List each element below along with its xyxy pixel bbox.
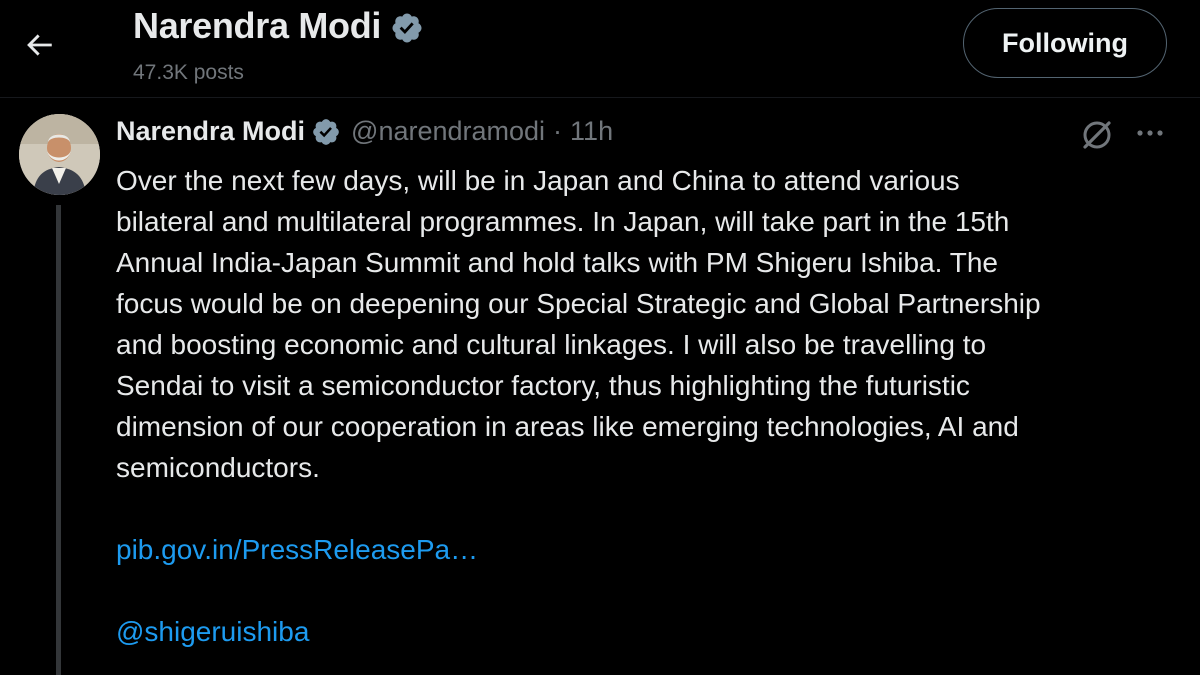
author-name[interactable]: Narendra Modi <box>116 116 305 147</box>
mention-link[interactable]: @shigeruishiba <box>116 611 309 652</box>
more-horizontal-icon[interactable] <box>1132 118 1168 154</box>
profile-header: Narendra Modi 47.3K posts Following <box>0 0 1200 98</box>
grok-icon[interactable] <box>1078 116 1116 154</box>
verified-badge-icon <box>392 13 422 43</box>
author-handle[interactable]: @narendramodi <box>351 116 545 147</box>
avatar[interactable] <box>19 114 100 195</box>
separator-dot: · <box>553 116 563 146</box>
header-title: Narendra Modi <box>133 5 424 47</box>
tweet-header: Narendra Modi @narendramodi · 11h <box>116 116 613 147</box>
press-release-link[interactable]: pib.gov.in/PressReleasePa… <box>116 529 478 570</box>
following-button[interactable]: Following <box>963 8 1167 78</box>
profile-name: Narendra Modi <box>133 5 382 46</box>
back-button[interactable] <box>14 20 64 70</box>
thread-line <box>56 205 61 675</box>
arrow-left-icon <box>27 34 52 56</box>
avatar-photo <box>19 114 100 195</box>
verified-badge-icon <box>313 118 339 145</box>
post-time[interactable]: 11h <box>570 116 613 147</box>
tweet-text: Over the next few days, will be in Japan… <box>116 165 1041 483</box>
posts-count: 47.3K posts <box>133 61 244 84</box>
